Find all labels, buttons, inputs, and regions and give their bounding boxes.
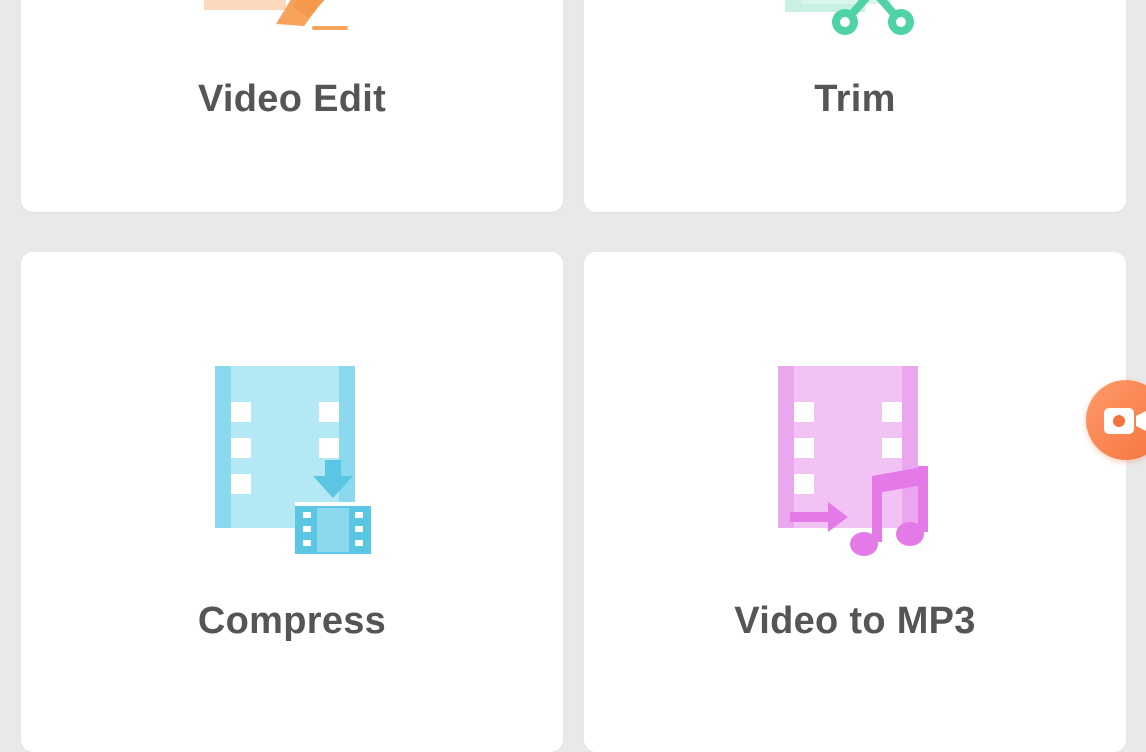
screen-record-icon bbox=[1104, 408, 1146, 434]
video-edit-label: Video Edit bbox=[197, 78, 387, 120]
video-edit-card[interactable]: Video Edit bbox=[21, 0, 563, 212]
compress-icon bbox=[207, 366, 377, 561]
compress-label: Compress bbox=[197, 600, 387, 642]
video-to-mp3-label: Video to MP3 bbox=[734, 600, 976, 642]
trim-card[interactable]: Trim bbox=[584, 0, 1126, 212]
trim-label: Trim bbox=[814, 78, 896, 120]
video-edit-icon bbox=[192, 0, 392, 32]
video-to-mp3-card[interactable]: Video to MP3 bbox=[584, 252, 1126, 752]
trim-scissors-icon bbox=[755, 0, 955, 42]
compress-card[interactable]: Compress bbox=[21, 252, 563, 752]
video-to-mp3-icon bbox=[770, 366, 940, 561]
